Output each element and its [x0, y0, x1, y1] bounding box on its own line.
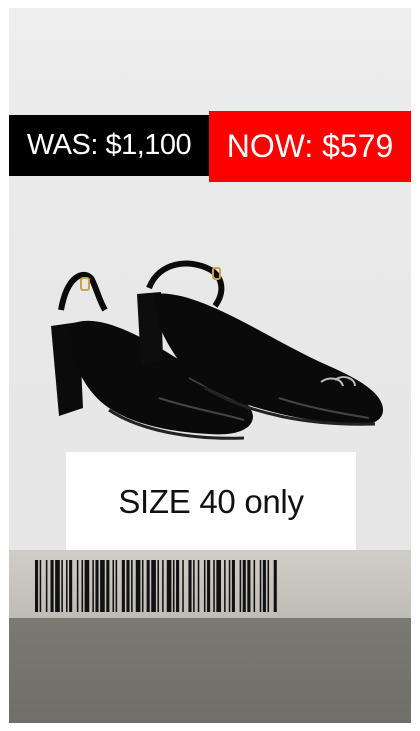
story-frame: WAS: $1,100 NOW: $579 SIZE 40 only	[9, 8, 411, 723]
product-image	[51, 260, 383, 440]
barcode	[35, 560, 277, 612]
now-price-label: NOW: $579	[209, 111, 411, 182]
size-label: SIZE 40 only	[66, 452, 356, 552]
bottom-area	[9, 618, 411, 723]
price-banner: WAS: $1,100 NOW: $579	[9, 111, 411, 184]
was-price-label: WAS: $1,100	[9, 115, 209, 176]
barcode-strip	[9, 550, 411, 620]
